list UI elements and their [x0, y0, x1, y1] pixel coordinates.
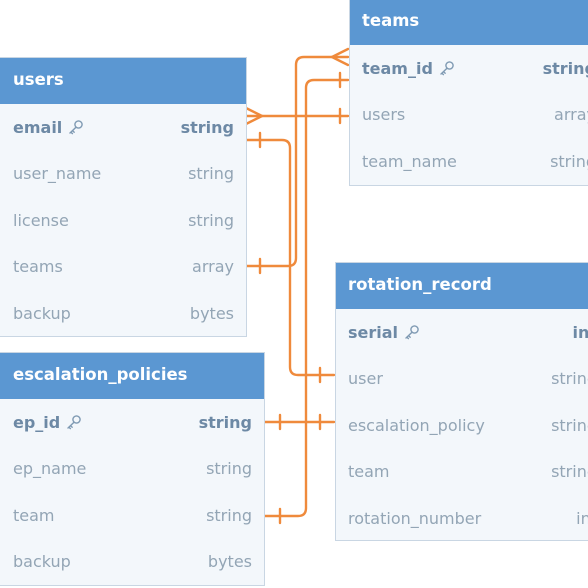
field-row[interactable]: backup bytes	[0, 539, 264, 586]
field-type: string	[206, 505, 252, 525]
table-title: escalation_policies	[0, 353, 264, 399]
key-icon	[438, 60, 456, 76]
field-row[interactable]: teams array	[0, 244, 246, 291]
field-name: user_name	[13, 164, 102, 184]
field-name: users	[362, 105, 406, 125]
field-name: escalation_policy	[348, 415, 485, 435]
field-type: string	[188, 164, 234, 184]
table-title: users	[0, 58, 246, 104]
table-users[interactable]: users email string user_name string lice…	[0, 57, 247, 337]
field-type: string	[198, 412, 252, 432]
er-diagram-canvas: teams team_id string users array team_na…	[0, 0, 588, 588]
field-name: team	[13, 505, 55, 525]
key-icon	[65, 414, 83, 430]
field-type: string	[180, 117, 234, 137]
field-type: string	[551, 369, 588, 389]
connector-users-teams-teams-team-id	[244, 55, 350, 268]
field-type: int	[576, 508, 588, 528]
field-name: team_id	[362, 58, 433, 78]
field-type: string	[206, 459, 252, 479]
crows-foot-users-email	[244, 106, 264, 126]
field-row[interactable]: team_name string	[350, 138, 588, 185]
connector-users-email-rotation-user	[244, 138, 336, 377]
table-title: teams	[350, 0, 588, 45]
field-type: string	[188, 210, 234, 230]
field-name: teams	[13, 257, 63, 277]
field-name: license	[13, 210, 69, 230]
key-icon	[403, 324, 421, 340]
field-type: array	[554, 105, 588, 125]
table-rotation-record[interactable]: rotation_record serial int user string e…	[335, 262, 588, 541]
field-row[interactable]: rotation_number int	[336, 495, 588, 540]
field-type: string	[551, 462, 588, 482]
field-type: string	[542, 58, 588, 78]
table-teams[interactable]: teams team_id string users array team_na…	[349, 0, 588, 186]
field-type: bytes	[207, 552, 252, 572]
crows-foot-teams-team-id	[330, 47, 350, 67]
field-name: ep_id	[13, 412, 61, 432]
field-name: rotation_number	[348, 508, 482, 528]
field-type: string	[550, 151, 588, 171]
field-name: backup	[13, 303, 71, 323]
field-name: user	[348, 369, 383, 389]
field-row[interactable]: serial int	[336, 309, 588, 356]
field-row[interactable]: backup bytes	[0, 290, 246, 336]
field-row[interactable]: team_id string	[350, 45, 588, 92]
field-row[interactable]: license string	[0, 197, 246, 244]
field-name: ep_name	[13, 459, 87, 479]
field-type: string	[551, 415, 588, 435]
table-escalation-policies[interactable]: escalation_policies ep_id string ep_name…	[0, 352, 265, 586]
field-row[interactable]: escalation_policy string	[336, 402, 588, 449]
field-row[interactable]: ep_id string	[0, 399, 264, 446]
field-row[interactable]: user string	[336, 356, 588, 403]
field-row[interactable]: team string	[0, 492, 264, 539]
field-row[interactable]: user_name string	[0, 151, 246, 198]
field-name: team	[348, 462, 390, 482]
table-title: rotation_record	[336, 263, 588, 309]
field-name: team_name	[362, 151, 457, 171]
field-row[interactable]: email string	[0, 104, 246, 151]
field-name: backup	[13, 552, 71, 572]
field-name: serial	[348, 322, 399, 342]
field-type: array	[192, 257, 234, 277]
field-row[interactable]: users array	[350, 92, 588, 139]
field-row[interactable]: ep_name string	[0, 446, 264, 493]
key-icon	[67, 119, 85, 135]
field-name: email	[13, 117, 63, 137]
field-type: int	[572, 322, 588, 342]
field-row[interactable]: team string	[336, 449, 588, 496]
field-type: bytes	[189, 303, 234, 323]
